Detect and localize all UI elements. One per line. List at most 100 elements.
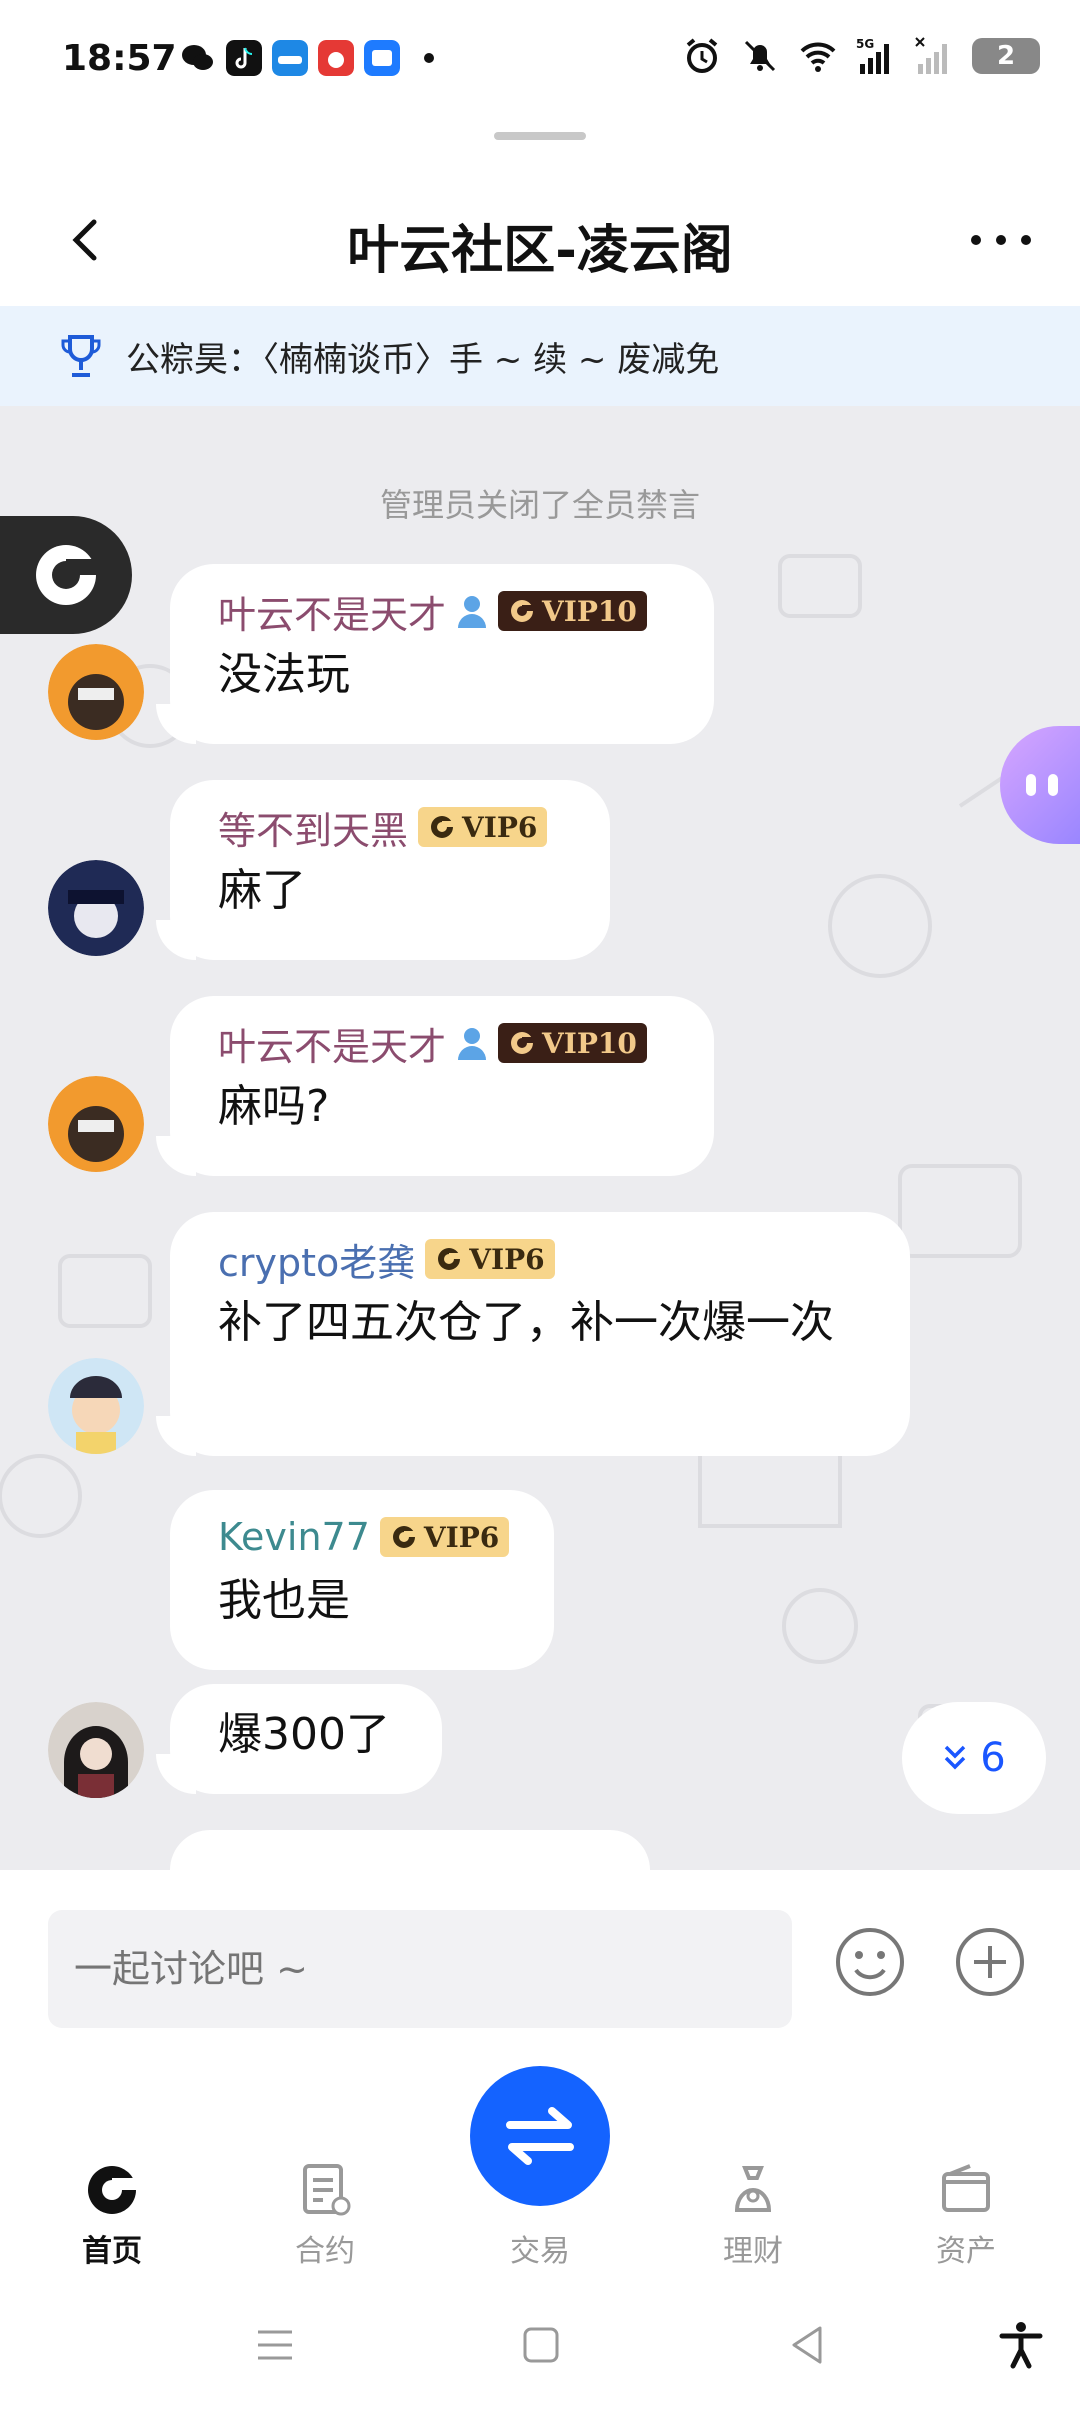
pinned-text: 公粽昊：〈楠楠谈币〉手 ~ 续 ~ 废减免 <box>126 339 720 380</box>
floating-logo-button[interactable] <box>0 516 132 634</box>
back-triangle-icon[interactable] <box>782 2320 832 2370</box>
assistant-eye <box>1048 774 1058 796</box>
home-logo-icon <box>88 2166 138 2214</box>
trophy-icon <box>61 335 101 377</box>
message-text: 补了四五次仓了，补一次爆一次 <box>218 1297 834 1348</box>
bottom-navigation: 首页 合约 交易 理财 资产 <box>0 2060 1080 2290</box>
avatar[interactable] <box>48 1358 144 1454</box>
page-title: 叶云社区-凌云阁 <box>347 221 733 281</box>
message-bubble[interactable]: crypto老龚 VIP6 补了四五次仓了，补一次爆一次 <box>170 1212 910 1456</box>
more-options-icon[interactable] <box>966 220 1036 260</box>
chat-area[interactable]: 管理员关闭了全员禁言 叶云不是天才 VIP10 没法玩 等不到天黑 VIP6 麻… <box>0 406 1080 1870</box>
input-area <box>0 1870 1080 2030</box>
admin-person-icon <box>458 1028 487 1060</box>
nav-item-trade[interactable]: 交易 <box>470 2160 610 2270</box>
nav-item-contracts[interactable]: 合约 <box>255 2160 395 2270</box>
car-app-icon <box>272 40 308 76</box>
nav-item-assets[interactable]: 资产 <box>896 2160 1036 2270</box>
message-text: 没法玩 <box>218 649 350 700</box>
sender-name[interactable]: 叶云不是天才 <box>218 1016 446 1071</box>
finance-bag-icon <box>734 2166 772 2212</box>
double-chevron-down-icon <box>945 1745 966 1770</box>
vip-label: VIP6 <box>462 810 538 844</box>
mute-icon <box>744 40 776 72</box>
nav-label: 合约 <box>295 2234 355 2269</box>
pinned-announcement[interactable]: 公粽昊：〈楠楠谈币〉手 ~ 续 ~ 废减免 <box>0 306 1080 406</box>
nav-label: 首页 <box>82 2234 142 2269</box>
scroll-to-bottom-button[interactable]: 6 <box>902 1702 1046 1814</box>
emoji-icon[interactable] <box>834 1926 906 1998</box>
drag-handle[interactable] <box>494 132 586 140</box>
vip-label: VIP10 <box>542 1026 637 1060</box>
sender-name[interactable]: 叶云不是天才 <box>218 584 446 639</box>
message-text: 爆300了 <box>218 1709 390 1760</box>
tiktok-icon <box>226 40 262 76</box>
files-app-icon <box>364 40 400 76</box>
avatar[interactable] <box>48 1702 144 1798</box>
nav-item-home[interactable]: 首页 <box>42 2160 182 2270</box>
status-bar: 18:57 5G 2 <box>0 0 1080 120</box>
battery-indicator: 2 <box>972 38 1040 74</box>
avatar[interactable] <box>48 860 144 956</box>
nav-item-finance[interactable]: 理财 <box>683 2160 823 2270</box>
message-input[interactable] <box>48 1910 792 2028</box>
avatar[interactable] <box>48 644 144 740</box>
home-square-icon[interactable] <box>516 2320 566 2370</box>
wifi-icon <box>800 42 836 72</box>
status-system-icons: 5G 2 <box>682 36 1040 76</box>
contract-icon <box>303 2164 351 2216</box>
sender-line: crypto老龚 VIP6 <box>218 1232 862 1287</box>
svg-text:5G: 5G <box>856 37 874 51</box>
vip-label: VIP6 <box>423 1520 500 1554</box>
message-bubble[interactable]: 等不到天黑 VIP6 麻了 <box>170 780 610 960</box>
unread-count: 6 <box>980 1735 1006 1781</box>
alarm-icon <box>686 38 718 73</box>
app-logo-icon <box>36 545 98 605</box>
admin-person-icon <box>458 596 487 628</box>
notification-dot <box>424 53 434 63</box>
signal-5g-icon: 5G <box>856 37 889 74</box>
vip-logo-icon <box>431 816 455 838</box>
signal-secondary-icon <box>915 37 947 74</box>
assistant-eye <box>1026 774 1036 796</box>
message-text: 麻吗? <box>218 1081 330 1132</box>
vip-badge: VIP6 <box>425 1239 555 1279</box>
message-bubble-partial <box>170 1830 650 1870</box>
sender-name[interactable]: crypto老龚 <box>218 1232 415 1287</box>
wallet-icon <box>942 2164 990 2212</box>
sender-line: 叶云不是天才 VIP10 <box>218 1016 666 1071</box>
nav-label: 理财 <box>723 2234 783 2269</box>
message-bubble[interactable]: Kevin77 VIP6 我也是 <box>170 1490 554 1670</box>
sender-line: 叶云不是天才 VIP10 <box>218 584 666 639</box>
vip-logo-icon <box>438 1248 462 1270</box>
sender-line: Kevin77 VIP6 <box>218 1512 510 1562</box>
status-time: 18:57 <box>62 38 177 79</box>
vip-label: VIP6 <box>469 1242 545 1276</box>
nav-label: 交易 <box>510 2234 570 2269</box>
status-app-icons <box>180 40 434 76</box>
sender-line: 等不到天黑 VIP6 <box>218 800 562 855</box>
accessibility-icon[interactable] <box>996 2320 1046 2370</box>
nav-label: 资产 <box>936 2234 996 2269</box>
message-bubble[interactable]: 叶云不是天才 VIP10 麻吗? <box>170 996 714 1176</box>
system-message: 管理员关闭了全员禁言 <box>379 486 700 524</box>
plus-icon[interactable] <box>954 1926 1026 1998</box>
sender-name[interactable]: 等不到天黑 <box>218 800 408 855</box>
vip-logo-icon <box>392 1526 416 1548</box>
vip-logo-icon <box>511 1032 535 1054</box>
vip-badge: VIP6 <box>379 1517 510 1557</box>
sender-name[interactable]: Kevin77 <box>218 1515 370 1559</box>
menu-icon[interactable] <box>250 2320 300 2370</box>
message-text: 麻了 <box>218 865 306 916</box>
vip-logo-icon <box>511 600 535 622</box>
vip-badge: VIP10 <box>498 1023 647 1063</box>
vip-badge: VIP6 <box>418 807 548 847</box>
system-navigation-bar <box>0 2290 1080 2412</box>
avatar[interactable] <box>48 1076 144 1172</box>
message-bubble[interactable]: 爆300了 <box>170 1684 442 1794</box>
message-text: 我也是 <box>218 1575 350 1626</box>
message-bubble[interactable]: 叶云不是天才 VIP10 没法玩 <box>170 564 714 744</box>
wechat-icon <box>182 45 213 70</box>
vip-label: VIP10 <box>542 594 637 628</box>
shop-app-icon <box>318 40 354 76</box>
